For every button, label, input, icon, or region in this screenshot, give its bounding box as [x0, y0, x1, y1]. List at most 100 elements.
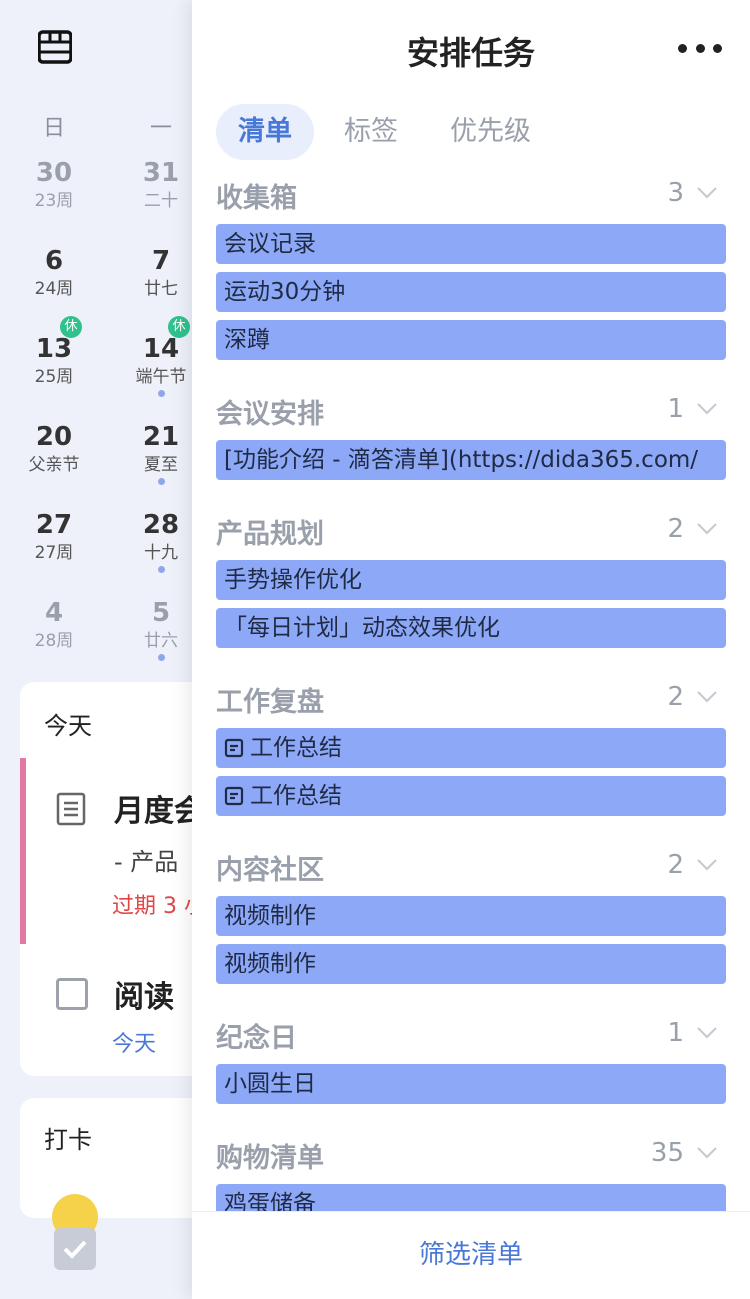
task-checkbox[interactable]: [56, 978, 88, 1010]
task-title[interactable]: 月度会: [114, 786, 204, 830]
calendar-day-number: 14: [142, 334, 180, 364]
task-item[interactable]: 运动30分钟: [216, 272, 726, 312]
filter-lists-button[interactable]: 筛选清单: [192, 1234, 750, 1271]
task-date: 今天: [112, 1032, 157, 1057]
checkin-title: 打卡: [44, 1126, 92, 1154]
list-group-header[interactable]: 工作复盘 2: [216, 676, 726, 728]
calendar-day[interactable]: 20 父亲节: [14, 422, 94, 478]
task-subtitle: - 产品: [114, 848, 179, 876]
event-dot: [157, 478, 165, 485]
task-item[interactable]: 手势操作优化: [216, 560, 726, 600]
calendar-day-number: 31: [142, 158, 180, 188]
task-item-label: 视频制作: [224, 903, 316, 929]
calendar-day-number: 28: [142, 510, 180, 540]
list-group: 内容社区 2 视频制作 视频制作: [216, 844, 726, 1012]
arrange-tasks-drawer: 安排任务 清单 标签 优先级 收集箱 3 会议记录运动30分钟深蹲会议安排 1 [功能介…: [192, 0, 750, 1299]
list-group-header[interactable]: 内容社区 2: [216, 844, 726, 896]
task-item[interactable]: 「每日计划」动态效果优化: [216, 608, 726, 648]
tasks-tab-icon[interactable]: [54, 1228, 96, 1270]
event-dot: [157, 654, 165, 661]
list-group-count: 1: [667, 1018, 684, 1048]
list-group-count: 1: [667, 394, 684, 424]
weekday-header-sun: 日: [42, 116, 65, 141]
calendar-day[interactable]: 30 23周: [14, 158, 94, 214]
task-item-label: 工作总结: [250, 735, 342, 761]
more-dot: [713, 43, 722, 53]
calendar-day[interactable]: 6 24周: [14, 246, 94, 302]
list-group-name: 内容社区: [216, 855, 324, 886]
task-item-label: 运动30分钟: [224, 279, 346, 305]
check-icon: [63, 1240, 87, 1259]
chevron-down-icon[interactable]: [696, 402, 718, 416]
more-dot: [678, 43, 687, 53]
more-dot: [695, 43, 705, 53]
list-group-name: 收集箱: [216, 183, 297, 214]
calendar-day[interactable]: 27 27周: [14, 510, 94, 566]
drawer-title: 安排任务: [406, 34, 535, 72]
task-item[interactable]: [功能介绍 - 滴答清单](https://dida365.com/: [216, 440, 726, 480]
list-group-count: 35: [650, 1138, 684, 1168]
list-group-name: 产品规划: [216, 519, 324, 550]
task-item-label: 会议记录: [224, 231, 316, 257]
calendar-day-label: 25周: [34, 367, 74, 387]
list-group-count: 2: [667, 850, 684, 880]
list-group-header[interactable]: 产品规划 2: [216, 508, 726, 560]
chevron-down-icon[interactable]: [696, 1146, 718, 1160]
tab-lists[interactable]: 清单: [216, 104, 314, 160]
calendar-day-number: 20: [35, 422, 73, 452]
list-group-header[interactable]: 会议安排 1: [216, 388, 726, 440]
calendar-day[interactable]: 5 廿六: [121, 598, 201, 661]
task-item-label: 小圆生日: [224, 1071, 316, 1097]
document-icon: [224, 786, 244, 806]
calendar-day-label: 父亲节: [28, 455, 80, 475]
chevron-down-icon[interactable]: [696, 858, 718, 872]
calendar-day[interactable]: 28 十九: [121, 510, 201, 573]
calendar-day[interactable]: 21 夏至: [121, 422, 201, 485]
calendar-day[interactable]: 31 二十: [121, 158, 201, 214]
chevron-down-icon[interactable]: [696, 522, 718, 536]
chevron-down-icon[interactable]: [696, 690, 718, 704]
drawer-footer: 筛选清单: [192, 1211, 750, 1299]
list-group-header[interactable]: 纪念日 1: [216, 1012, 726, 1064]
event-dot: [157, 566, 165, 573]
calendar-view-icon[interactable]: [38, 30, 72, 64]
calendar-day-number: 27: [35, 510, 73, 540]
chevron-down-icon[interactable]: [696, 186, 718, 200]
task-item[interactable]: 鸡蛋储备: [216, 1184, 726, 1212]
task-item[interactable]: 工作总结: [216, 776, 726, 816]
calendar-day[interactable]: 13 25周 休: [14, 316, 94, 390]
more-options-button[interactable]: [678, 40, 722, 56]
calendar-day[interactable]: 4 28周: [14, 598, 94, 654]
filter-tabs: 清单 标签 优先级: [216, 104, 561, 160]
task-item[interactable]: 小圆生日: [216, 1064, 726, 1104]
tab-tags[interactable]: 标签: [322, 104, 420, 160]
list-group: 纪念日 1 小圆生日: [216, 1012, 726, 1132]
calendar-day[interactable]: 14 端午节 休: [121, 316, 201, 397]
tab-priority[interactable]: 优先级: [428, 104, 553, 160]
chevron-down-icon[interactable]: [696, 1026, 718, 1040]
calendar-day-label: 23周: [34, 191, 74, 211]
task-item-label: 工作总结: [250, 783, 342, 809]
calendar-day[interactable]: 7 廿七: [121, 246, 201, 302]
task-item[interactable]: 视频制作: [216, 896, 726, 936]
task-item-label: 手势操作优化: [224, 567, 362, 593]
calendar-day-label: 十九: [144, 543, 178, 563]
list-group-header[interactable]: 收集箱 3: [216, 172, 726, 224]
task-item[interactable]: 会议记录: [216, 224, 726, 264]
task-item[interactable]: 工作总结: [216, 728, 726, 768]
task-list-groups: 收集箱 3 会议记录运动30分钟深蹲会议安排 1 [功能介绍 - 滴答清单](https…: [216, 172, 726, 1212]
task-title[interactable]: 阅读: [114, 972, 174, 1016]
task-item[interactable]: 深蹲: [216, 320, 726, 360]
task-item-label: 视频制作: [224, 951, 316, 977]
task-item[interactable]: 视频制作: [216, 944, 726, 984]
list-group-name: 工作复盘: [216, 687, 324, 718]
note-icon: [56, 792, 86, 826]
calendar-day-label: 24周: [34, 279, 74, 299]
list-group: 购物清单 35 鸡蛋储备: [216, 1132, 726, 1212]
task-item-label: 鸡蛋储备: [224, 1191, 316, 1212]
calendar-day-number: 4: [44, 598, 64, 628]
list-group-header[interactable]: 购物清单 35: [216, 1132, 726, 1184]
list-group-name: 会议安排: [216, 399, 324, 430]
